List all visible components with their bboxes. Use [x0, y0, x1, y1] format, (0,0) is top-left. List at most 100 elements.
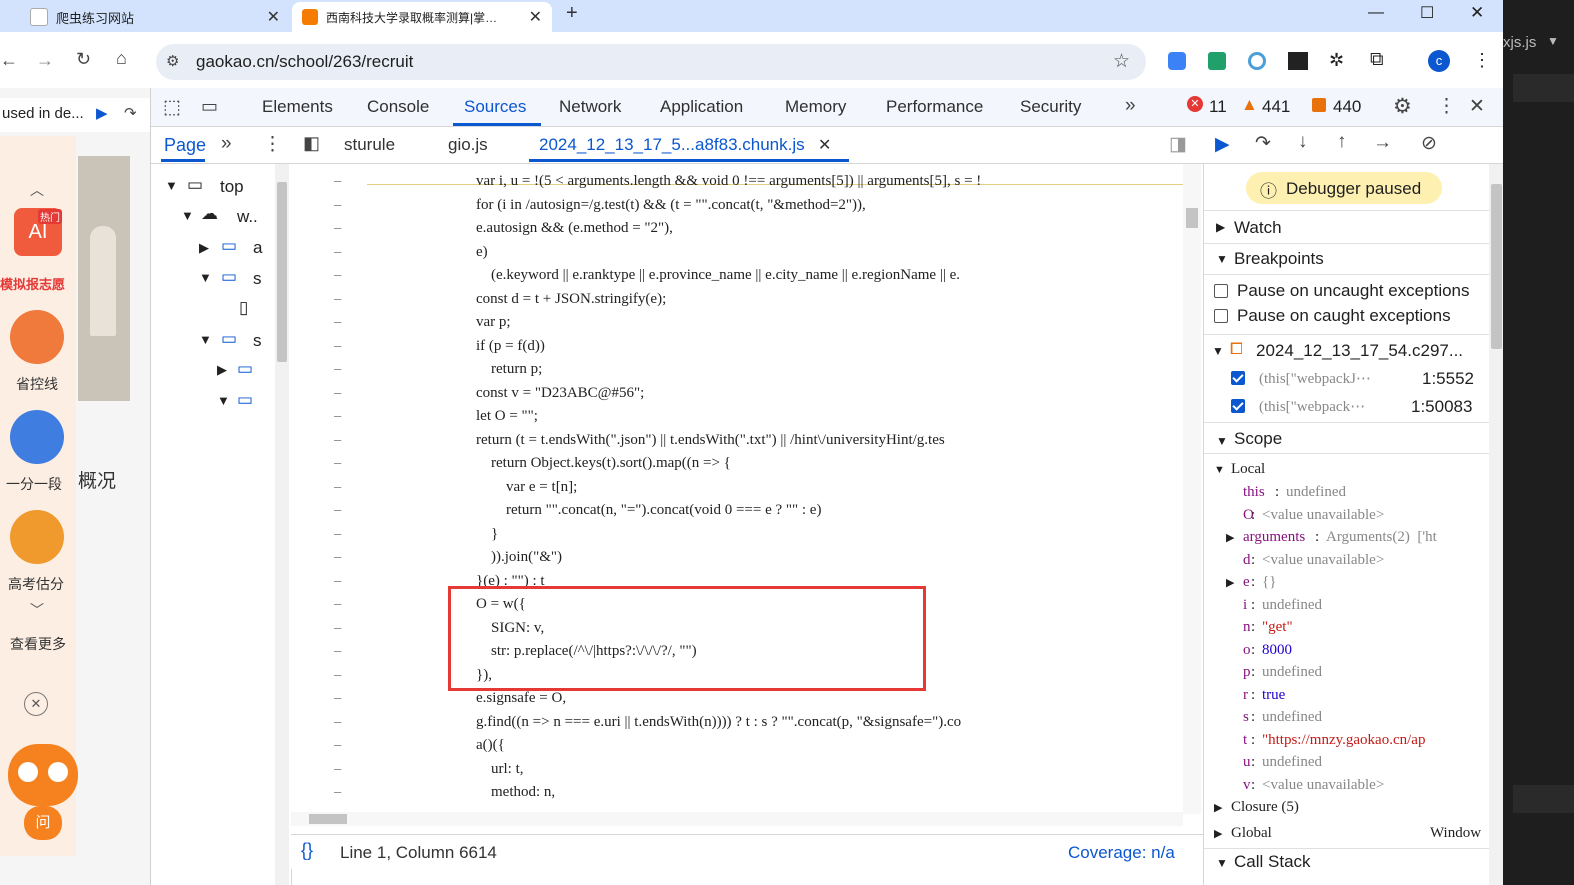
pause-uncaught-label[interactable]: Pause on uncaught exceptions	[1237, 281, 1470, 301]
tab-elements[interactable]: Elements	[262, 97, 333, 117]
gutter-dash[interactable]: –	[334, 315, 341, 329]
gutter-dash[interactable]: –	[334, 550, 341, 564]
chevron-up-icon[interactable]: ︿	[30, 180, 44, 200]
gutter-dash[interactable]: –	[334, 574, 341, 588]
collapse-arrow-icon[interactable]: ▶	[217, 362, 227, 378]
expand-arrow-icon[interactable]: ▼	[1214, 464, 1225, 476]
gutter-dash[interactable]: –	[334, 715, 341, 729]
expand-arrow-icon[interactable]: ▼	[165, 178, 178, 193]
chart-icon[interactable]	[10, 310, 64, 364]
gutter-dash[interactable]: –	[334, 762, 341, 776]
tree-item[interactable]: w..	[237, 207, 258, 227]
breakpoint-location[interactable]: 1:50083	[1411, 397, 1472, 417]
expand-arrow-icon[interactable]: ▼	[1216, 434, 1228, 448]
editor-scrollbar[interactable]	[1183, 164, 1201, 814]
settings-gear-icon[interactable]: ⚙	[1393, 94, 1412, 119]
local-scope[interactable]: Local	[1231, 461, 1265, 478]
breakpoint-checkbox[interactable]	[1231, 399, 1245, 413]
tree-item[interactable]: s	[253, 331, 262, 351]
mascot[interactable]: 问	[2, 736, 82, 846]
scrollbar-thumb[interactable]	[309, 814, 347, 824]
scope-var-row[interactable]: n: "get"	[1204, 619, 1489, 639]
scope-var-row[interactable]: i: undefined	[1204, 597, 1489, 617]
close-icon[interactable]: ✕	[818, 135, 831, 155]
extension-icon[interactable]	[1288, 52, 1308, 70]
collapse-arrow-icon[interactable]: ▶	[1214, 827, 1222, 840]
file-tab-active[interactable]: 2024_12_13_17_5...a8f83.chunk.js	[539, 135, 805, 155]
resume-icon[interactable]: ▶	[96, 104, 108, 122]
bug-icon[interactable]: ✲	[1329, 50, 1344, 71]
forward-icon[interactable]: →	[36, 50, 54, 71]
issues-count[interactable]: 440	[1333, 97, 1361, 117]
gutter-dash[interactable]: –	[334, 386, 341, 400]
file-icon[interactable]: ▯	[239, 298, 248, 318]
issues-icon[interactable]	[1312, 98, 1326, 112]
step-over-icon[interactable]: ↷	[1255, 132, 1271, 155]
gutter-dash[interactable]: –	[334, 362, 341, 376]
extension-icon[interactable]	[1208, 52, 1226, 70]
tab-memory[interactable]: Memory	[785, 97, 846, 117]
gutter-dash[interactable]: –	[334, 292, 341, 306]
inspect-element-icon[interactable]: ⬚	[163, 96, 181, 119]
watch-section[interactable]: Watch	[1234, 218, 1282, 238]
tab-performance[interactable]: Performance	[886, 97, 983, 117]
scope-var-row[interactable]: ▶ e: {}	[1204, 574, 1489, 594]
url-text[interactable]: gaokao.cn/school/263/recruit	[196, 52, 413, 72]
gutter-dash[interactable]: –	[334, 268, 341, 282]
puzzle-icon[interactable]: ⧉	[1370, 49, 1384, 71]
tab-application[interactable]: Application	[660, 97, 743, 117]
collapse-arrow-icon[interactable]: ▶	[1226, 531, 1234, 544]
file-tab[interactable]: gio.js	[448, 135, 488, 155]
tab-sources[interactable]: Sources	[464, 97, 526, 117]
close-icon[interactable]: ✕	[529, 7, 542, 27]
scope-var-row[interactable]: O: <value unavailable>	[1204, 507, 1489, 527]
scrollbar-thumb[interactable]	[1491, 184, 1502, 349]
scope-var-row[interactable]: p: undefined	[1204, 664, 1489, 684]
expand-arrow-icon[interactable]: ▼	[1216, 252, 1228, 266]
toggle-debugger-icon[interactable]: ◨	[1169, 133, 1187, 156]
gutter-dash[interactable]: –	[334, 433, 341, 447]
warning-icon[interactable]: ▲	[1241, 95, 1258, 115]
scope-var-row[interactable]: t: "https://mnzy.gaokao.cn/ap	[1204, 732, 1489, 752]
expand-arrow-icon[interactable]: ▼	[199, 332, 212, 347]
more-options-icon[interactable]: ⋮	[1437, 95, 1456, 118]
collapse-arrow-icon[interactable]: ▶	[1226, 576, 1234, 589]
breakpoint-file[interactable]: 2024_12_13_17_54.c297...	[1256, 341, 1463, 361]
resume-icon[interactable]: ▶︎	[1215, 133, 1230, 156]
tree-item[interactable]: a	[253, 238, 262, 258]
toggle-navigator-icon[interactable]: ◧	[303, 133, 320, 154]
global-scope[interactable]: Global	[1231, 825, 1272, 842]
tab-console[interactable]: Console	[367, 97, 429, 117]
step-icon[interactable]: →	[1373, 132, 1392, 154]
address-bar[interactable]: ⚙ gaokao.cn/school/263/recruit ☆	[156, 44, 1146, 80]
device-toolbar-icon[interactable]: ▭	[201, 96, 218, 117]
gutter-dash[interactable]: –	[334, 691, 341, 705]
breakpoints-section[interactable]: Breakpoints	[1234, 249, 1324, 269]
back-icon[interactable]: ←	[0, 50, 18, 71]
side-item-label[interactable]: 一分一段	[6, 474, 62, 494]
code-editor[interactable]	[291, 164, 1203, 834]
call-stack-section[interactable]: Call Stack	[1234, 852, 1311, 872]
scope-var-row[interactable]: u: undefined	[1204, 754, 1489, 774]
expand-arrow-icon[interactable]: ▼	[1216, 856, 1228, 870]
expand-arrow-icon[interactable]: ▼	[199, 270, 212, 285]
gutter-dash[interactable]: –	[334, 198, 341, 212]
close-icon[interactable]: ✕	[267, 7, 280, 27]
closure-scope[interactable]: Closure (5)	[1231, 799, 1299, 816]
collapse-arrow-icon[interactable]: ▶	[199, 240, 209, 256]
gutter-dash[interactable]: –	[334, 221, 341, 235]
close-icon[interactable]: ✕	[24, 692, 48, 716]
gutter-dash[interactable]: –	[334, 409, 341, 423]
more-options-icon[interactable]: ⋮	[263, 133, 282, 156]
side-item-label[interactable]: 模拟报志愿	[0, 274, 65, 293]
scope-section[interactable]: Scope	[1234, 429, 1282, 449]
expand-arrow-icon[interactable]: ▼	[1212, 344, 1224, 358]
gutter-dash[interactable]: –	[334, 503, 341, 517]
gutter-dash[interactable]: –	[334, 480, 341, 494]
gutter-dash[interactable]: –	[334, 738, 341, 752]
warning-count[interactable]: 441	[1262, 97, 1290, 117]
bookmark-star-icon[interactable]: ☆	[1113, 50, 1130, 73]
reload-icon[interactable]: ↻	[76, 49, 91, 70]
tab-page[interactable]: Page	[164, 135, 206, 156]
gutter-dash[interactable]: –	[334, 339, 341, 353]
